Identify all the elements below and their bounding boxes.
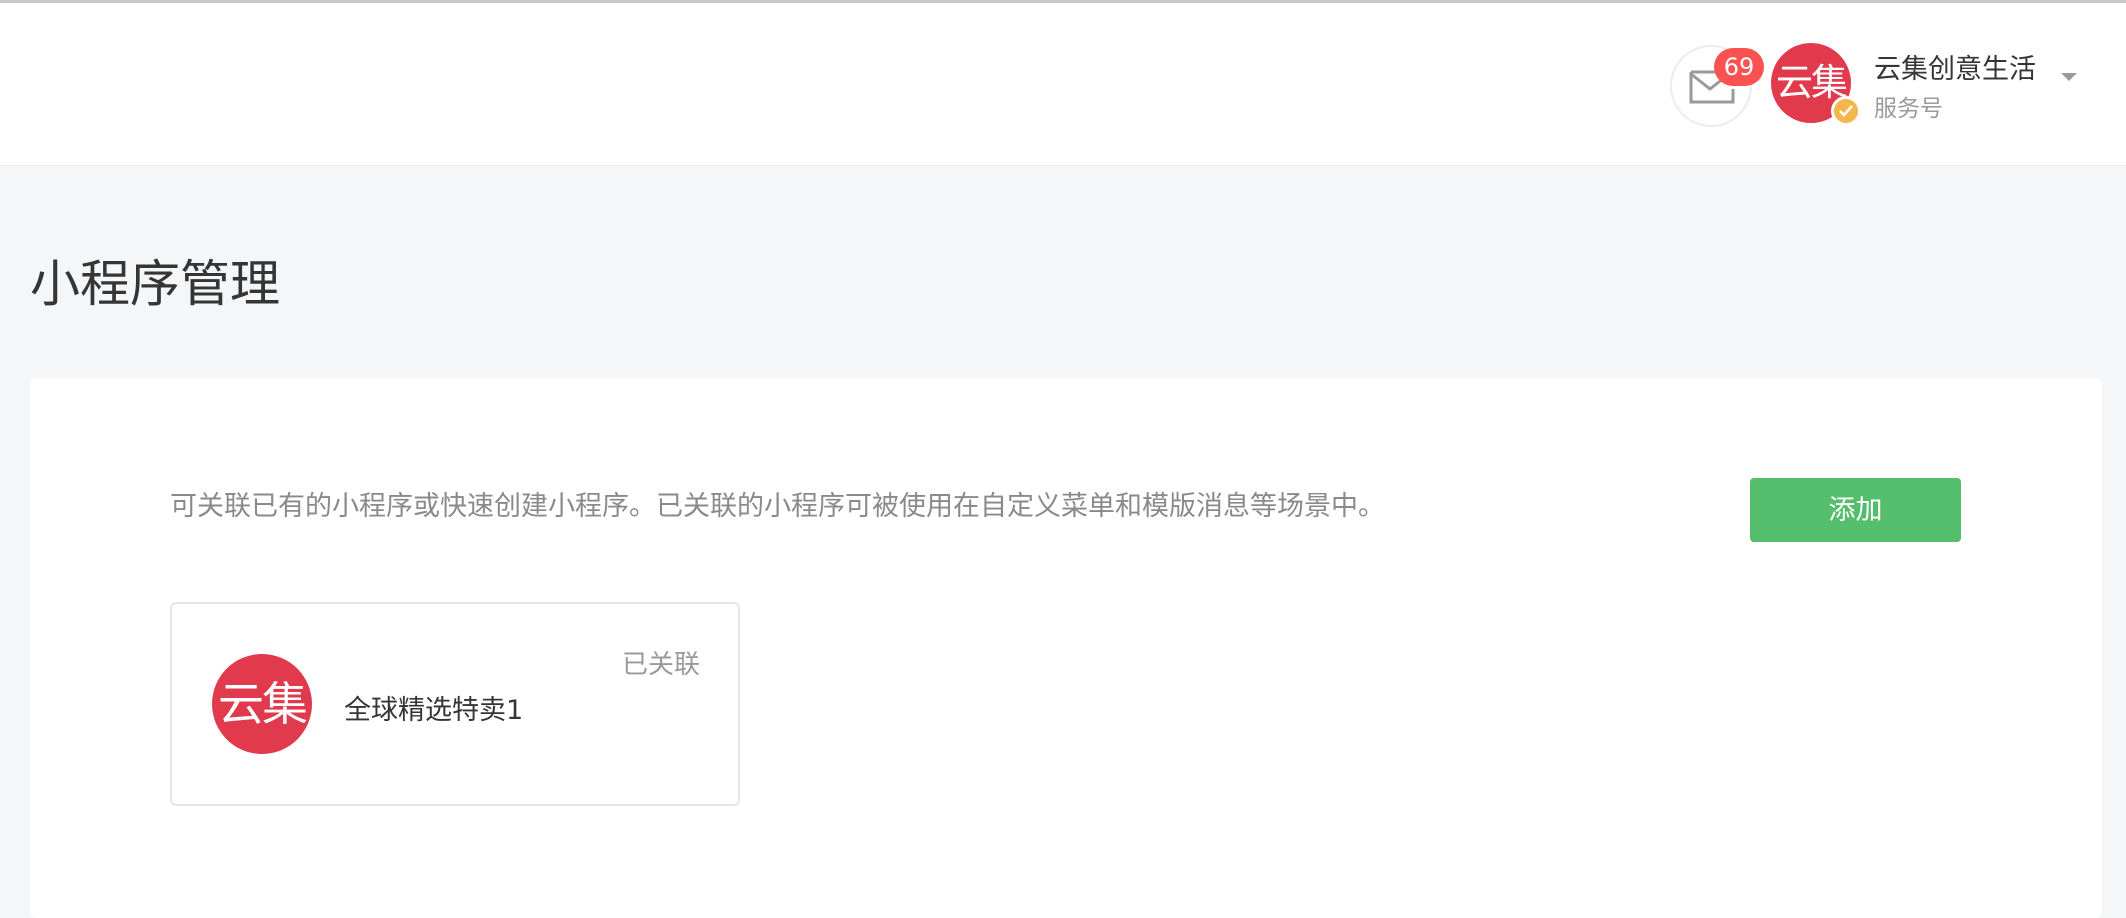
link-status-label: 已关联 — [621, 650, 700, 680]
panel-description: 可关联已有的小程序或快速创建小程序。已关联的小程序可被使用在自定义菜单和模版消息… — [170, 491, 1385, 522]
account-name[interactable]: 云集创意生活 — [1874, 47, 2036, 86]
mini-program-panel: 可关联已有的小程序或快速创建小程序。已关联的小程序可被使用在自定义菜单和模版消息… — [30, 378, 2102, 918]
top-header: 69 云集 云集创意生活 服务号 — [0, 3, 2126, 166]
mini-program-card[interactable]: 云集 全球精选特卖1 已关联 — [170, 602, 740, 806]
mini-program-avatar: 云集 — [212, 654, 312, 754]
chevron-down-icon[interactable] — [2061, 73, 2077, 81]
add-button[interactable]: 添加 — [1750, 478, 1961, 542]
page-title: 小程序管理 — [30, 255, 280, 313]
unread-message-badge: 69 — [1714, 48, 1764, 86]
account-type: 服务号 — [1874, 96, 1943, 122]
verified-check-icon — [1831, 96, 1861, 126]
mini-program-name: 全球精选特卖1 — [344, 695, 524, 726]
